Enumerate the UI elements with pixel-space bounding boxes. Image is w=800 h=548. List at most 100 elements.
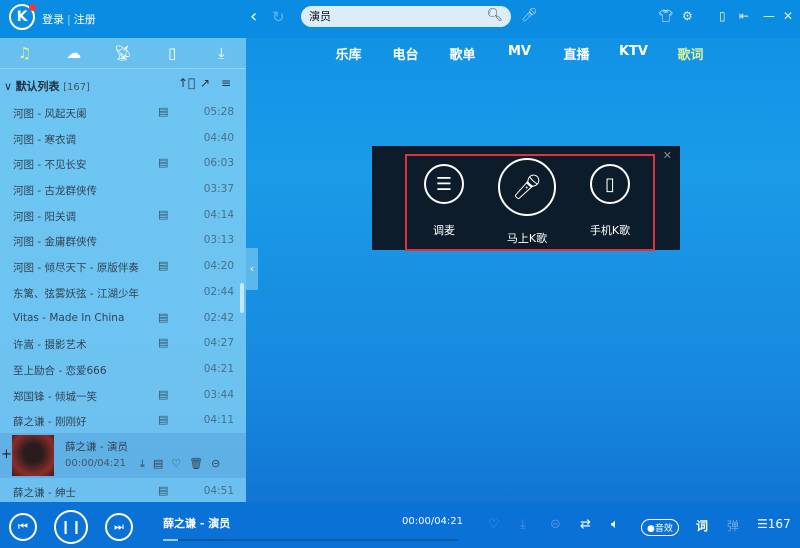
search-icon[interactable]: 🔍︎: [486, 8, 503, 23]
search-input[interactable]: [309, 9, 479, 22]
refresh-icon[interactable]: ↻: [272, 8, 285, 26]
notification-dot: [29, 4, 36, 11]
mini-mode-icon[interactable]: ▯: [719, 9, 726, 23]
radio-icon[interactable]: 📡︎: [103, 44, 143, 62]
skin-icon[interactable]: 👕︎: [658, 9, 673, 23]
next-icon[interactable]: ⏭︎: [105, 513, 133, 541]
playlist-icon: ☰: [757, 517, 768, 531]
song-row[interactable]: 东篱、弦雾妖弦 - 江湖少年 02:44: [0, 279, 246, 305]
shuffle-icon[interactable]: ⇄: [580, 517, 591, 532]
song-row[interactable]: 河图 - 金庸群侠传 03:13: [0, 227, 246, 253]
song-row[interactable]: 河图 - 寒衣调 04:40: [0, 125, 246, 151]
volume-icon[interactable]: 🔈︎: [611, 517, 619, 532]
playlist-button[interactable]: ☰167: [757, 517, 791, 531]
song-duration: 03:44: [203, 388, 234, 401]
nav-tab[interactable]: 乐库: [320, 44, 377, 63]
collapse-panel-button[interactable]: ‹: [246, 248, 258, 290]
close-icon[interactable]: ✕: [663, 149, 672, 162]
cloud-icon[interactable]: ☁︎: [54, 44, 94, 62]
mv-icon[interactable]: ▤: [158, 156, 168, 169]
song-row[interactable]: 薛之谦 - 刚刚好 ▤ 04:11: [0, 407, 246, 433]
nav-tab[interactable]: 电台: [377, 44, 434, 63]
song-row[interactable]: 河图 - 倾尽天下 - 原版伴奏 ▤ 04:20: [0, 253, 246, 279]
playlist-count: 167: [767, 517, 791, 531]
song-row[interactable]: 河图 - 古龙群侠传 03:37: [0, 176, 246, 202]
menu-icon[interactable]: ≡: [221, 76, 231, 90]
song-duration: 06:03: [203, 157, 234, 170]
heart-icon[interactable]: ♡: [171, 457, 189, 470]
app-logo[interactable]: K: [9, 4, 36, 30]
now-playing-row[interactable]: + 薛之谦 - 演员 00:00/04:21 ⤓▤♡🗑︎⊝: [0, 432, 246, 478]
song-row[interactable]: 河图 - 风起天阑 ▤ 05:28: [0, 99, 246, 125]
song-row[interactable]: 至上励合 - 恋爱666 04:21: [0, 356, 246, 382]
song-duration: 04:51: [203, 484, 234, 497]
scrollbar[interactable]: [240, 283, 244, 313]
download-icon[interactable]: ⤓: [520, 517, 526, 532]
song-row[interactable]: 河图 - 不见长安 ▤ 06:03: [0, 150, 246, 176]
nav-tab[interactable]: 歌单: [434, 44, 491, 63]
back-icon[interactable]: ‹: [250, 6, 257, 27]
nav-tab[interactable]: 歌词: [662, 44, 719, 63]
nav-tab[interactable]: KTV: [605, 44, 662, 63]
more-icon[interactable]: ⊝: [211, 457, 228, 470]
mv-icon[interactable]: ▤: [158, 388, 168, 401]
pause-icon[interactable]: ❙❙: [54, 510, 88, 544]
mv-icon[interactable]: ▤: [158, 105, 168, 118]
song-name: 薛之谦 - 绅士: [13, 486, 76, 499]
mv-icon[interactable]: ▤: [158, 311, 168, 324]
song-row[interactable]: Vitas - Made In China ▤ 02:42: [0, 305, 246, 331]
phone-karaoke-button[interactable]: ▯ 手机K歌: [585, 164, 635, 238]
download-icon[interactable]: ⤓: [140, 457, 153, 470]
register-link[interactable]: 注册: [74, 13, 96, 26]
progress-fill: [163, 539, 178, 541]
song-duration: 02:42: [203, 311, 234, 324]
minimize-icon[interactable]: —: [763, 9, 775, 23]
collapse-mode-icon[interactable]: ⇤: [739, 9, 749, 23]
heart-icon[interactable]: ♡: [488, 517, 500, 532]
delete-icon[interactable]: 🗑︎: [189, 457, 211, 470]
song-duration: 04:40: [203, 131, 234, 144]
list-header[interactable]: ∨ 默认列表 [167] ↑⃝ ↗ ≡: [0, 69, 246, 99]
danmaku-button[interactable]: 弹: [727, 517, 739, 534]
song-name: 薛之谦 - 演员: [65, 440, 128, 453]
gear-icon[interactable]: ⚙: [682, 9, 693, 23]
song-name: 至上励合 - 恋爱666: [13, 364, 107, 377]
mv-icon[interactable]: ▤: [158, 208, 168, 221]
lyrics-button[interactable]: 词: [696, 517, 708, 534]
song-row[interactable]: 薛之谦 - 绅士 ▤ 04:51: [0, 478, 246, 504]
song-row[interactable]: 许嵩 - 摄影艺术 ▤ 04:27: [0, 330, 246, 356]
sound-effects-button[interactable]: ●音效: [641, 519, 679, 536]
nav-tab[interactable]: MV: [491, 44, 548, 63]
progress-bar[interactable]: [163, 539, 458, 541]
song-row[interactable]: 郑国锋 - 倾城一笑 ▤ 03:44: [0, 382, 246, 408]
song-duration: 04:20: [203, 260, 234, 273]
mv-icon[interactable]: ▤: [153, 457, 171, 470]
player-title: 薛之谦 - 演员: [163, 517, 231, 530]
previous-icon[interactable]: ⏮︎: [9, 513, 37, 541]
login-link[interactable]: 登录: [42, 13, 64, 26]
song-name: Vitas - Made In China: [13, 311, 125, 324]
mv-icon[interactable]: ▤: [158, 259, 168, 272]
voice-search-icon[interactable]: 🎤︎: [521, 8, 538, 23]
upload-icon[interactable]: ↑⃝: [178, 76, 195, 90]
share-icon[interactable]: ↗: [200, 76, 210, 90]
song-name: 河图 - 寒衣调: [13, 133, 76, 146]
sound-effects-label: 音效: [654, 524, 673, 534]
block-icon[interactable]: ⊝: [550, 517, 561, 532]
add-icon[interactable]: +: [1, 447, 12, 462]
nav-tab[interactable]: 直播: [548, 44, 605, 63]
device-icon[interactable]: ▯: [152, 44, 192, 62]
close-icon[interactable]: ✕: [783, 9, 793, 23]
song-name: 河图 - 古龙群侠传: [13, 185, 97, 198]
song-duration: 04:14: [203, 208, 234, 221]
tune-mic-button[interactable]: ☰ 调麦: [422, 164, 466, 238]
mv-icon[interactable]: ▤: [158, 413, 168, 426]
chevron-down-icon[interactable]: ∨: [4, 80, 12, 93]
mv-icon[interactable]: ▤: [158, 336, 168, 349]
mv-icon[interactable]: ▤: [158, 484, 168, 497]
download-icon[interactable]: ⤓: [201, 44, 241, 62]
song-row[interactable]: 河图 - 阳关调 ▤ 04:14: [0, 202, 246, 228]
sing-now-button[interactable]: 🎤︎ 马上K歌: [492, 158, 562, 246]
music-note-icon[interactable]: ♫: [5, 44, 45, 62]
search-box: 🔍︎: [301, 6, 511, 27]
